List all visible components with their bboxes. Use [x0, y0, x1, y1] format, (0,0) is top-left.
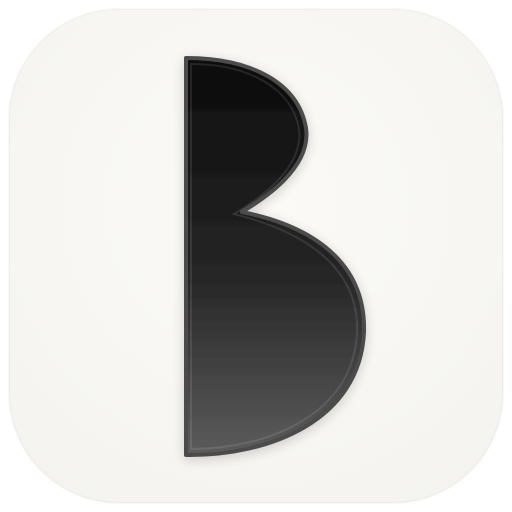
app-icon-canvas	[0, 0, 512, 512]
b-glyph-shape	[184, 56, 367, 458]
b-letter-icon	[184, 56, 367, 458]
